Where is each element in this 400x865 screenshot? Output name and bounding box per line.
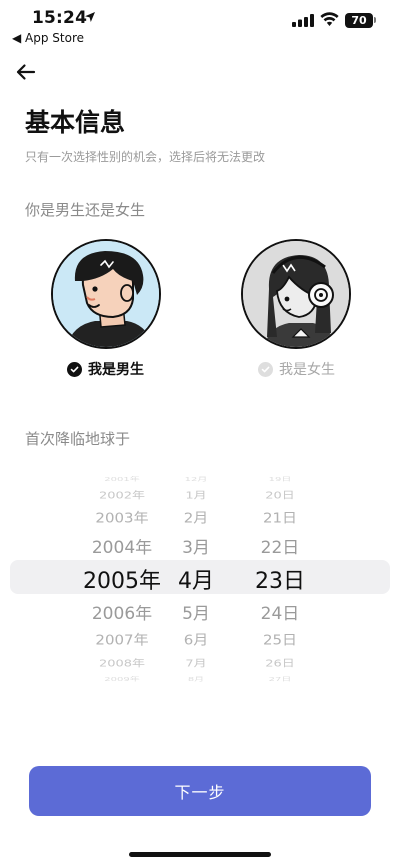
day-option[interactable]: 22日 [261,534,300,559]
next-step-button[interactable]: 下一步 [29,766,371,816]
back-button[interactable] [10,58,42,86]
day-option[interactable]: 19日 [269,474,292,482]
wifi-icon [320,12,339,26]
year-option[interactable]: 2005年 [83,563,161,595]
year-option[interactable]: 2004年 [92,534,152,559]
birth-question-label: 首次降临地球于 [25,430,131,448]
status-bar: 15:24 ◀ App Store 70 [0,0,400,50]
birth-date-picker[interactable]: 2001年 2002年 2003年 2004年 2005年 2006年 2007年 2008年… [0,470,400,682]
checkmark-icon [67,361,82,377]
year-option[interactable]: 2003年 [95,508,148,527]
back-to-app-store-link[interactable]: ◀ App Store [12,31,84,45]
day-option[interactable]: 23日 [255,563,305,595]
year-option[interactable]: 2001年 [104,474,139,482]
day-option[interactable]: 20日 [265,487,295,501]
month-option[interactable]: 8月 [188,674,204,682]
month-option[interactable]: 5月 [182,600,210,625]
back-arrow-icon [16,64,36,80]
month-option[interactable]: 12月 [185,474,208,482]
gender-option-male-label: 我是男生 [88,362,144,378]
status-time: 15:24 [32,8,88,28]
gender-option-male[interactable]: 我是男生 [67,359,144,379]
month-option[interactable]: 2月 [184,508,209,527]
day-option[interactable]: 27日 [269,674,292,682]
month-option[interactable]: 1月 [185,487,206,501]
day-option[interactable]: 25日 [263,630,297,649]
month-option[interactable]: 6月 [184,630,209,649]
day-option[interactable]: 21日 [263,508,297,527]
battery-tip [374,17,376,23]
location-arrow-icon [85,12,95,22]
year-option[interactable]: 2009年 [104,674,139,682]
month-option[interactable]: 3月 [182,534,210,559]
year-option[interactable]: 2007年 [95,630,148,649]
day-option[interactable]: 26日 [265,655,295,669]
battery-indicator: 70 [345,13,373,28]
page-subtitle: 只有一次选择性别的机会，选择后将无法更改 [25,150,266,164]
gender-option-female-label: 我是女生 [279,362,335,378]
home-indicator [129,852,271,857]
page-title: 基本信息 [25,108,126,137]
female-avatar[interactable] [241,239,351,349]
month-option[interactable]: 4月 [178,563,214,595]
year-option[interactable]: 2002年 [99,487,145,501]
day-option[interactable]: 24日 [261,600,300,625]
year-option[interactable]: 2006年 [92,600,152,625]
gender-option-female[interactable]: 我是女生 [258,359,335,379]
month-option[interactable]: 7月 [185,655,206,669]
gender-question-label: 你是男生还是女生 [25,201,146,219]
male-character-illustration [53,241,159,347]
male-avatar[interactable] [51,239,161,349]
female-character-illustration [243,241,349,347]
cellular-signal-icon [292,14,314,27]
checkmark-icon [258,361,273,377]
year-option[interactable]: 2008年 [99,655,145,669]
